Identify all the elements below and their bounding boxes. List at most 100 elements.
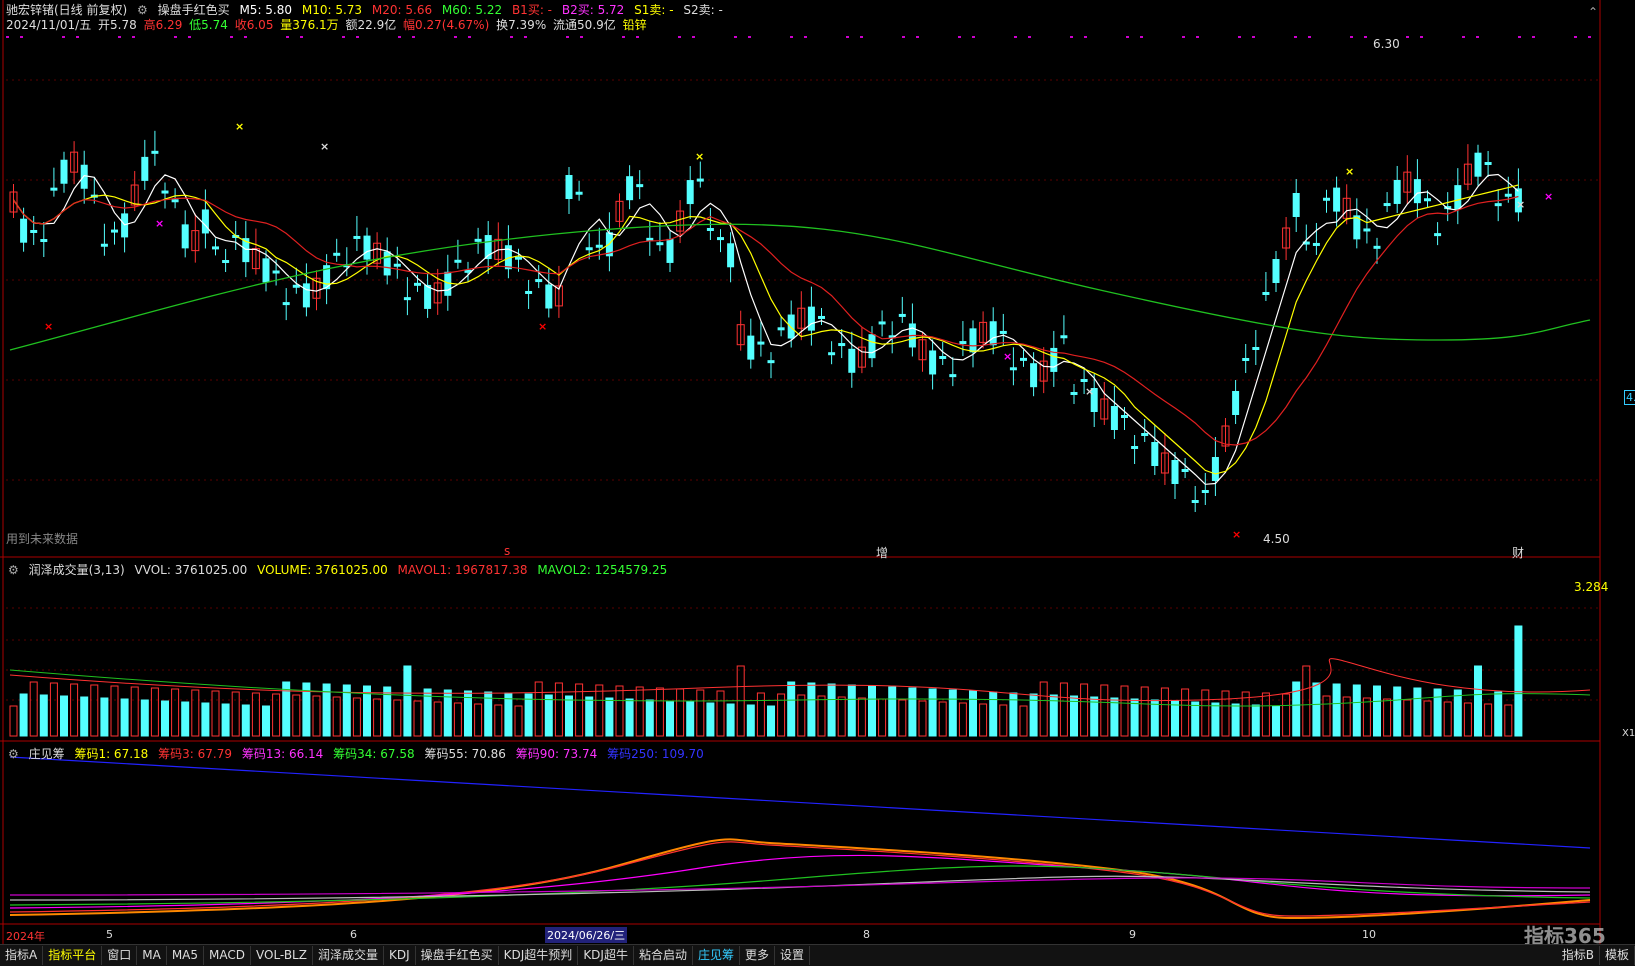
candle-body-down: [626, 176, 634, 201]
candle-body-down: [111, 229, 118, 233]
candle-body-down: [1252, 347, 1260, 350]
chip-title[interactable]: 庄见筹: [29, 747, 65, 761]
event-marker-finance[interactable]: 财: [1512, 544, 1524, 561]
volume-bar: [494, 704, 503, 737]
volume-bar: [1484, 703, 1493, 737]
tab-2[interactable]: 窗口: [102, 946, 138, 965]
candle-body-down: [515, 256, 522, 260]
volume-bar: [1393, 686, 1402, 737]
candle-body-down: [1171, 460, 1179, 484]
signal-dot: [958, 36, 961, 38]
candle-body-down: [1272, 259, 1280, 283]
candle-body-down: [1211, 457, 1219, 481]
volume-bar: [1504, 704, 1513, 737]
tab-1[interactable]: 指标平台: [43, 946, 103, 965]
event-marker-s[interactable]: s: [504, 544, 510, 558]
volume-bar: [645, 699, 654, 737]
signal-marker-icon: ×: [695, 150, 704, 163]
tab-9[interactable]: 操盘手红色买: [416, 946, 499, 965]
volume-bar: [787, 681, 796, 737]
tab-14[interactable]: 更多: [740, 946, 776, 965]
collapse-icon[interactable]: ⌃: [1588, 5, 1598, 19]
signal-dot: [1406, 36, 1409, 38]
bar-float: 流通50.9亿: [553, 18, 616, 32]
signal-dot: [916, 36, 919, 38]
candle-body-down: [1292, 193, 1300, 217]
signal-dot: [188, 36, 191, 38]
candle-body-down: [1141, 433, 1149, 436]
candle-body-down: [686, 180, 694, 205]
chip-c3: 筹码3: 67.79: [158, 747, 232, 761]
signal-dot: [132, 36, 135, 38]
volume-value: VOLUME: 3761025.00: [257, 563, 388, 577]
volume-bar: [1463, 702, 1472, 737]
tab-6[interactable]: VOL-BLZ: [251, 946, 313, 965]
tab-0[interactable]: 指标A: [0, 946, 44, 965]
signal-dot: [1182, 36, 1185, 38]
signal-dot: [230, 36, 233, 38]
signal-dot: [300, 36, 303, 38]
tab-3[interactable]: MA: [137, 946, 167, 965]
candle-body-down: [414, 282, 421, 286]
signal-dot: [468, 36, 471, 38]
signal-dot: [6, 36, 9, 38]
volume-bar: [9, 705, 18, 737]
signal-marker-icon: ×: [155, 217, 164, 230]
volume-bar: [1474, 665, 1482, 737]
chip-c55: 筹码55: 70.86: [424, 747, 506, 761]
volume-bar: [1019, 705, 1028, 737]
m5-value: M5: 5.80: [239, 3, 293, 17]
sector-label[interactable]: 铅锌: [623, 18, 647, 32]
candle-body-down: [40, 239, 48, 243]
gear-icon[interactable]: ⚙: [137, 3, 148, 17]
tab-15[interactable]: 设置: [775, 946, 811, 965]
tab-7[interactable]: 润泽成交量: [313, 946, 384, 965]
volume-bar: [1080, 683, 1089, 737]
tab-5[interactable]: MACD: [204, 946, 251, 965]
event-marker-increase[interactable]: 增: [876, 544, 888, 561]
volume-bar: [1150, 699, 1159, 737]
indicator-name[interactable]: 操盘手红色买: [158, 3, 230, 17]
candle-body-down: [838, 343, 846, 347]
axis-cursor-date: 2024/06/26/三: [545, 927, 628, 943]
signal-dot: [76, 36, 79, 38]
volume-bar: [181, 701, 190, 737]
signal-dot: [1014, 36, 1017, 38]
tab-11[interactable]: KDJ超牛: [578, 946, 634, 965]
volume-bar: [1413, 687, 1422, 737]
signal-dot: [846, 36, 849, 38]
candle-body-down: [151, 150, 159, 154]
candle-body-down: [333, 252, 341, 256]
gear-icon[interactable]: ⚙: [8, 747, 19, 761]
volume-bar: [100, 697, 109, 737]
volume-bar: [605, 697, 614, 737]
candle-body-down: [1494, 203, 1502, 207]
signal-dot: [62, 36, 65, 38]
axis-month-5: 5: [106, 928, 113, 941]
volume-title[interactable]: 润泽成交量(3,13): [29, 563, 125, 577]
high-price-label: 6.30: [1373, 37, 1400, 51]
volume-bar: [676, 688, 685, 737]
b1-value: B1买: -: [511, 3, 553, 17]
stock-name[interactable]: 驰宏锌锗(日线 前复权): [6, 3, 127, 17]
volume-bar: [1403, 699, 1412, 737]
stock-chart-canvas[interactable]: × × × × × × × × × × × ×: [0, 0, 1635, 965]
signal-marker-icon: ×: [1544, 190, 1553, 203]
tab-13[interactable]: 庄见筹: [693, 946, 740, 965]
right-tab-0[interactable]: 指标B: [1557, 946, 1600, 965]
right-tab-1[interactable]: 模板: [1600, 946, 1635, 965]
chip-c90: 筹码90: 73.74: [515, 747, 598, 761]
tab-10[interactable]: KDJ超牛预判: [499, 946, 579, 965]
gear-icon[interactable]: ⚙: [8, 563, 19, 577]
tab-4[interactable]: MA5: [167, 946, 205, 965]
candle-body-down: [767, 360, 775, 364]
signal-dot: [804, 36, 807, 38]
bar-amount: 额22.9亿: [345, 18, 397, 32]
volume-bar: [554, 682, 563, 737]
volume-bar: [756, 692, 765, 737]
candle-body-down: [1080, 379, 1088, 382]
tab-8[interactable]: KDJ: [384, 946, 416, 965]
chip250-line: [9, 756, 1591, 849]
tab-12[interactable]: 粘合启动: [634, 946, 693, 965]
candle-body-down: [1504, 193, 1512, 197]
